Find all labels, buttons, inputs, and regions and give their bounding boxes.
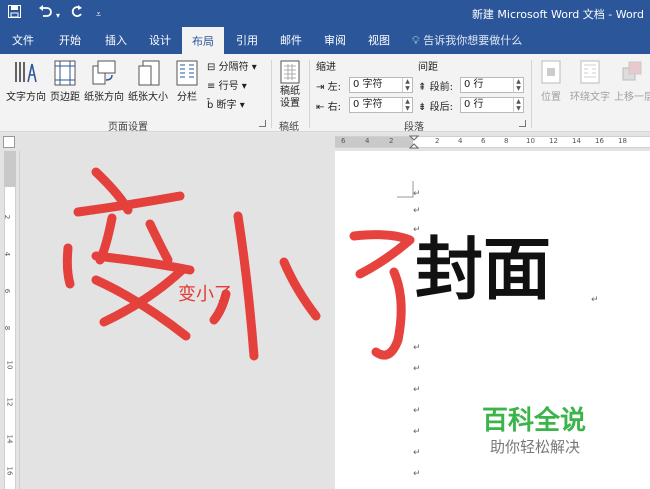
- watermark-subtitle: 助你轻松解决: [490, 438, 581, 456]
- watermark-title: 百科全说: [482, 406, 587, 436]
- annotation-label: 变小了: [178, 284, 232, 305]
